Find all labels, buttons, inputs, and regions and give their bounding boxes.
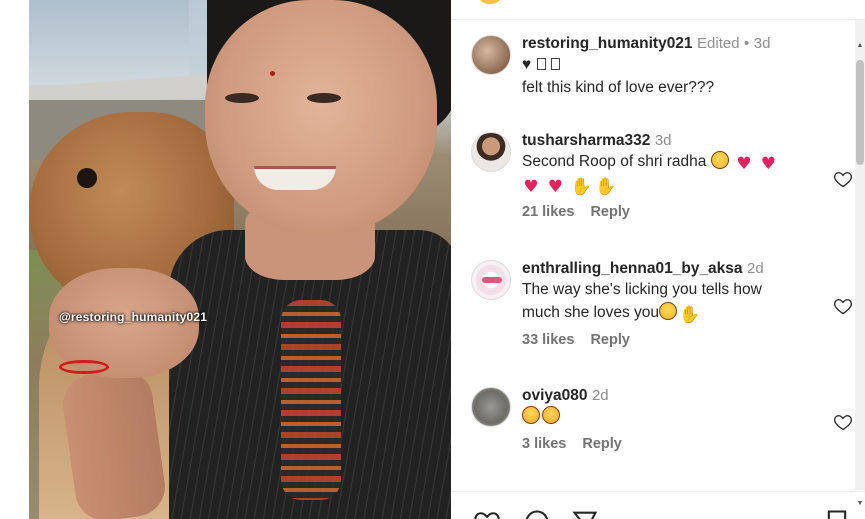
image-face	[205, 0, 437, 235]
likes-count[interactable]: 21 likes	[522, 204, 574, 220]
heart-symbol: ♥	[522, 56, 532, 73]
comment-username[interactable]: enthralling_henna01_by_aksa	[522, 260, 743, 277]
share-button[interactable]	[571, 508, 599, 519]
comment-text-content: much she loves you	[522, 304, 659, 321]
comments-panel: restoring_humanity021 Edited • 3d ♥ felt…	[451, 0, 865, 519]
actions-divider	[451, 491, 865, 492]
avatar[interactable]	[471, 387, 511, 427]
pleading-face-emoji-icon	[710, 151, 729, 169]
heart-eyes-emoji-icon	[522, 406, 540, 424]
reply-button[interactable]: Reply	[582, 436, 622, 452]
folded-hands-emoji-icon: ✋	[570, 177, 592, 197]
red-heart-emoji-icon: ♥	[523, 177, 539, 197]
emoji-icon	[477, 0, 503, 4]
comment-text-line-2: much she loves you ✋	[522, 301, 822, 324]
comment-text-emojis	[522, 405, 822, 428]
missing-glyph-icon	[536, 58, 546, 70]
comment-text-line-1: The way she's licking you tells how	[522, 281, 762, 298]
heart-icon	[474, 512, 500, 519]
red-heart-emoji-icon: ♥	[547, 177, 563, 197]
like-button[interactable]	[473, 508, 501, 519]
folded-hands-emoji-icon: ✋	[594, 177, 617, 197]
image-sky	[29, 0, 189, 85]
post-actions-bar	[451, 505, 865, 519]
comment-meta: 21 likes Reply	[522, 204, 822, 220]
reply-button[interactable]: Reply	[590, 204, 630, 220]
comment-body: oviya080 2d 3 likes Reply	[522, 387, 822, 452]
image-calf-eye	[77, 168, 97, 188]
caption-line-1: ♥	[522, 53, 822, 76]
comment-time[interactable]: 3d	[754, 35, 771, 52]
scroll-up-arrow-icon[interactable]: ▲	[856, 42, 864, 50]
comment-time[interactable]: 2d	[747, 260, 764, 277]
raised-hands-emoji-icon: ✋	[679, 305, 701, 325]
comment-meta: 3 likes Reply	[522, 436, 822, 452]
image-eye-right	[307, 93, 341, 103]
image-bracelet	[59, 360, 109, 374]
comment-button[interactable]	[523, 508, 551, 519]
save-button[interactable]	[823, 508, 851, 519]
bookmark-icon	[827, 510, 847, 519]
post-image[interactable]: @restoring_humanity021	[29, 0, 451, 519]
scrollbar-thumb[interactable]	[856, 60, 864, 165]
like-comment-heart-icon[interactable]	[833, 169, 853, 189]
red-heart-emoji-icon: ♥	[736, 154, 752, 174]
likes-count[interactable]: 33 likes	[522, 332, 574, 348]
comment-body: tusharsharma332 3d Second Roop of shri r…	[522, 132, 822, 220]
post-viewer: @restoring_humanity021 restoring_humanit…	[0, 0, 865, 519]
image-bindi	[270, 71, 275, 76]
share-icon	[572, 511, 598, 519]
comment-time[interactable]: 2d	[592, 387, 609, 404]
missing-glyph-icon	[550, 58, 560, 70]
comment-username[interactable]: tusharsharma332	[522, 132, 650, 149]
like-comment-heart-icon[interactable]	[833, 296, 853, 316]
comment-meta: 33 likes Reply	[522, 332, 822, 348]
likes-count[interactable]: 3 likes	[522, 436, 566, 452]
edited-label: Edited	[697, 35, 740, 52]
avatar[interactable]	[471, 35, 511, 75]
avatar[interactable]	[471, 260, 511, 300]
comment-body: restoring_humanity021 Edited • 3d ♥ felt…	[522, 35, 822, 99]
comment-username[interactable]: oviya080	[522, 387, 588, 404]
comment-icon	[525, 510, 549, 519]
comment-username[interactable]: restoring_humanity021	[522, 35, 693, 52]
meta-separator: •	[744, 35, 750, 52]
pleading-face-emoji-icon	[659, 302, 677, 320]
red-heart-emoji-icon: ♥	[760, 154, 776, 174]
comments-scrollbar[interactable]: ▲ ▼	[855, 20, 865, 507]
image-embroidery	[281, 300, 341, 500]
image-smile	[254, 166, 336, 190]
like-comment-heart-icon[interactable]	[833, 412, 853, 432]
comment-text-emojis: ♥ ♥ ✋ ✋	[522, 173, 822, 196]
comment-text: Second Roop of shri radha ♥ ♥	[522, 150, 822, 173]
image-eye-left	[225, 93, 259, 103]
comment-text-content: Second Roop of shri radha	[522, 153, 707, 170]
caption-line-2: felt this kind of love ever???	[522, 79, 715, 96]
reply-button[interactable]: Reply	[590, 332, 630, 348]
image-watermark: @restoring_humanity021	[59, 310, 208, 324]
heart-eyes-emoji-icon	[542, 406, 560, 424]
panel-top-edge	[451, 0, 865, 20]
avatar[interactable]	[471, 132, 511, 172]
comment-body: enthralling_henna01_by_aksa 2d The way s…	[522, 260, 822, 348]
comment-time[interactable]: 3d	[655, 132, 672, 149]
